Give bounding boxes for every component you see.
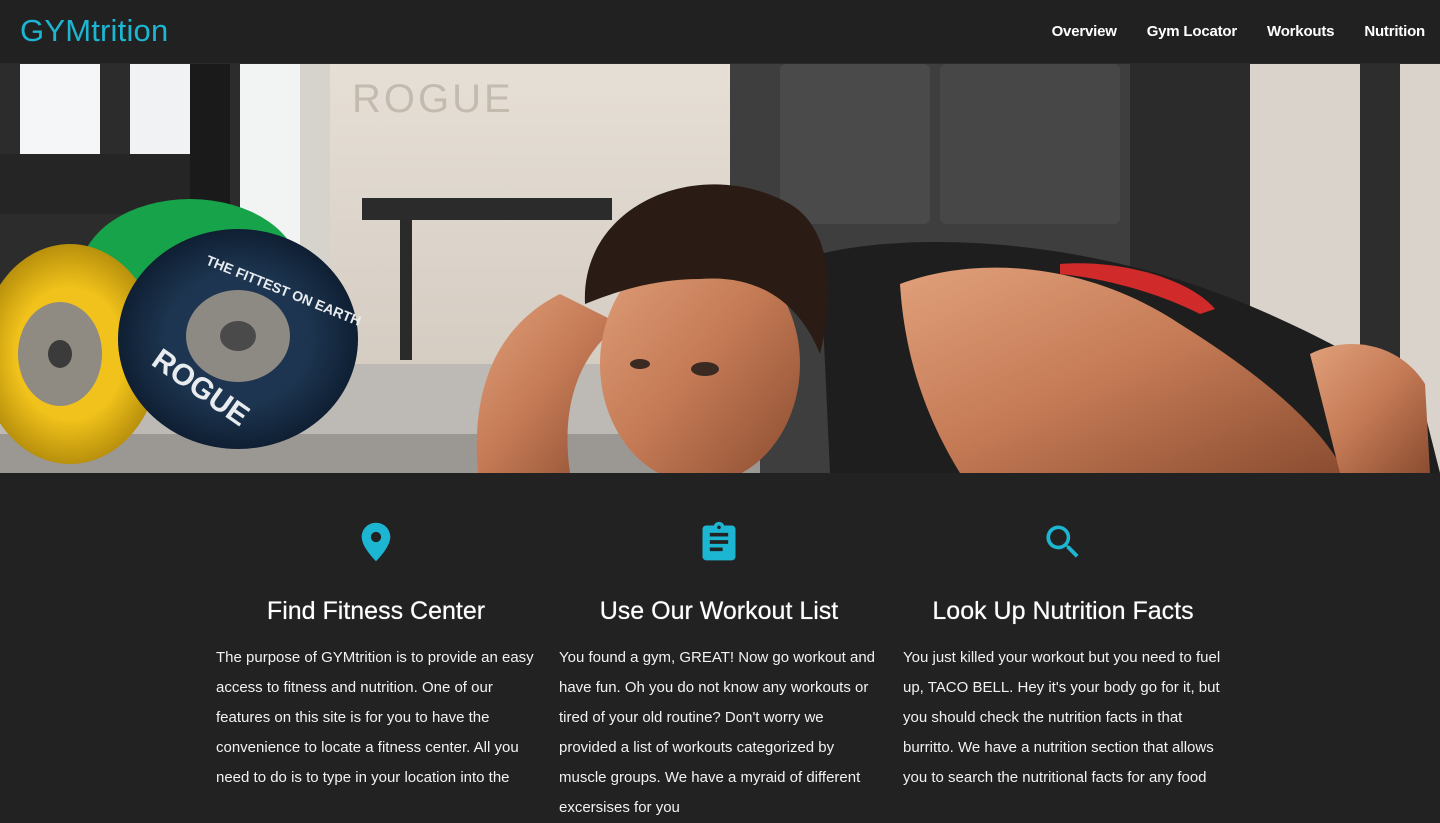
- nav-link-nutrition[interactable]: Nutrition: [1364, 23, 1425, 40]
- navbar: GYMtrition Overview Gym Locator Workouts…: [0, 0, 1440, 64]
- nav-item-workouts: Workouts: [1267, 23, 1334, 41]
- nav-item-gym-locator: Gym Locator: [1147, 23, 1238, 41]
- hero-wall-text: ROGUE: [352, 77, 514, 121]
- feature-text: You found a gym, GREAT! Now go workout a…: [559, 649, 876, 816]
- nav-link-gym-locator[interactable]: Gym Locator: [1147, 23, 1238, 40]
- clipboard-list-icon: [702, 521, 736, 561]
- feature-title: Look Up Nutrition Facts: [932, 597, 1194, 625]
- location-pin-icon: [361, 522, 391, 562]
- feature-title: Find Fitness Center: [266, 597, 486, 625]
- hero-photo-illustration: ROGUE ROGUE THE FITTEST ON EARTH: [0, 64, 1440, 473]
- feature-title: Use Our Workout List: [599, 597, 839, 625]
- nav-item-nutrition: Nutrition: [1364, 23, 1425, 41]
- search-icon: [1046, 525, 1079, 558]
- feature-text: The purpose of GYMtrition is to provide …: [216, 649, 534, 786]
- nav-link-overview[interactable]: Overview: [1052, 23, 1117, 40]
- feature-text: You just killed your workout but you nee…: [903, 649, 1221, 786]
- nav-link-workouts[interactable]: Workouts: [1267, 23, 1334, 40]
- brand-logo-link[interactable]: GYMtrition: [20, 11, 168, 51]
- features-section: Find Fitness Center The purpose of GYMtr…: [0, 473, 1440, 816]
- hero-image: ROGUE ROGUE THE FITTEST ON EARTH: [0, 64, 1440, 473]
- nav-item-overview: Overview: [1052, 23, 1117, 41]
- nav-links: Overview Gym Locator Workouts Nutrition: [1022, 0, 1426, 64]
